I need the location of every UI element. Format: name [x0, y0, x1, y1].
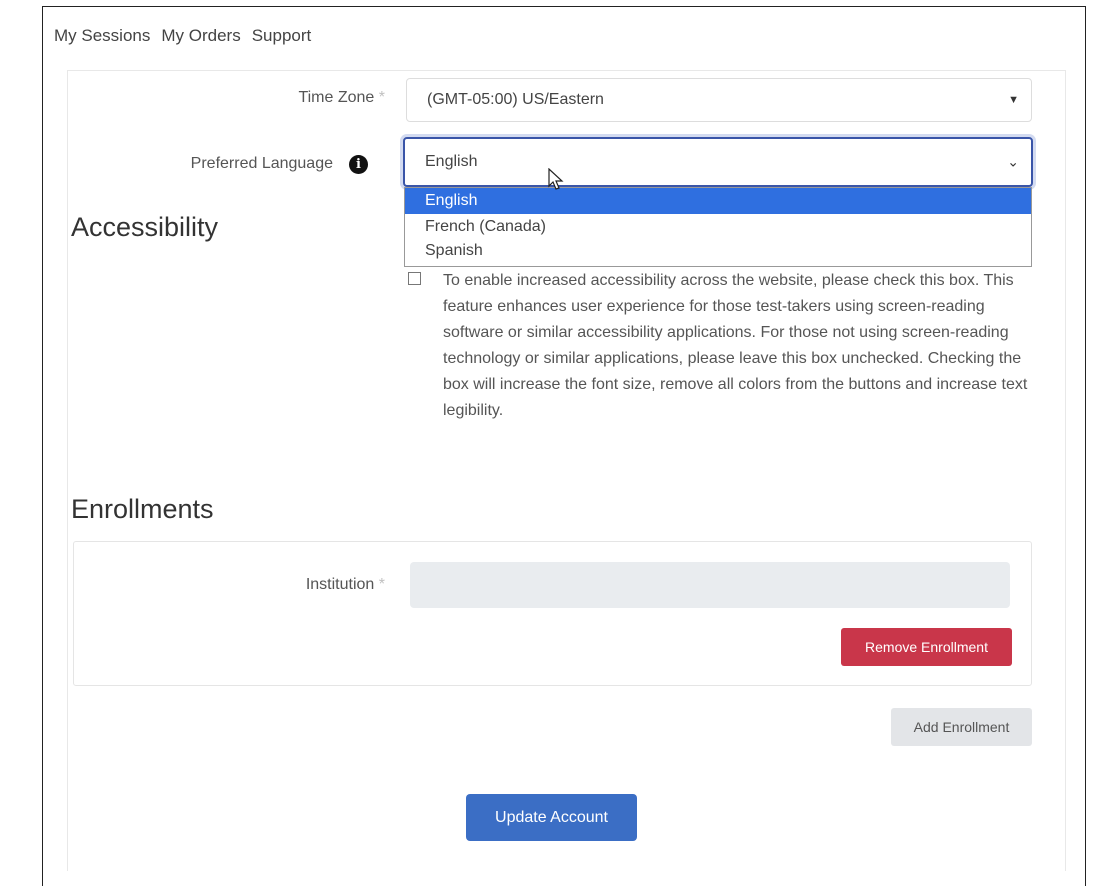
- required-mark: *: [378, 576, 385, 593]
- time-zone-value: (GMT-05:00) US/Eastern: [427, 91, 604, 108]
- time-zone-select[interactable]: (GMT-05:00) US/Eastern ▼: [406, 78, 1032, 122]
- update-account-button[interactable]: Update Account: [466, 794, 637, 841]
- institution-label: Institution *: [180, 576, 385, 594]
- top-nav: My Sessions My Orders Support: [54, 26, 311, 46]
- language-option-spanish[interactable]: Spanish: [405, 240, 1031, 264]
- nav-support[interactable]: Support: [252, 26, 312, 46]
- language-option-english[interactable]: English: [405, 188, 1031, 214]
- info-circle-icon[interactable]: i: [349, 155, 368, 174]
- language-option-french-canada[interactable]: French (Canada): [405, 214, 1031, 240]
- remove-enrollment-button[interactable]: Remove Enrollment: [841, 628, 1012, 666]
- language-dropdown-list: English French (Canada) Spanish: [404, 187, 1032, 267]
- preferred-language-value: English: [425, 153, 478, 170]
- add-enrollment-button[interactable]: Add Enrollment: [891, 708, 1032, 746]
- nav-my-sessions[interactable]: My Sessions: [54, 26, 150, 46]
- time-zone-label-text: Time Zone: [298, 89, 375, 106]
- caret-down-icon: ▼: [1008, 94, 1019, 106]
- accessibility-description: To enable increased accessibility across…: [443, 272, 1028, 419]
- institution-input[interactable]: [410, 562, 1010, 608]
- accessibility-checkbox[interactable]: [408, 272, 421, 285]
- nav-my-orders[interactable]: My Orders: [161, 26, 240, 46]
- time-zone-label: Time Zone *: [180, 89, 385, 107]
- accessibility-heading: Accessibility: [71, 212, 219, 242]
- chevron-down-icon: ⌄: [1007, 153, 1019, 170]
- institution-label-text: Institution: [305, 576, 375, 593]
- preferred-language-label: Preferred Language: [190, 155, 333, 172]
- enrollments-heading: Enrollments: [71, 494, 214, 524]
- mouse-cursor-icon: [548, 168, 564, 190]
- preferred-language-select[interactable]: English ⌄: [403, 137, 1033, 187]
- required-mark: *: [378, 89, 385, 106]
